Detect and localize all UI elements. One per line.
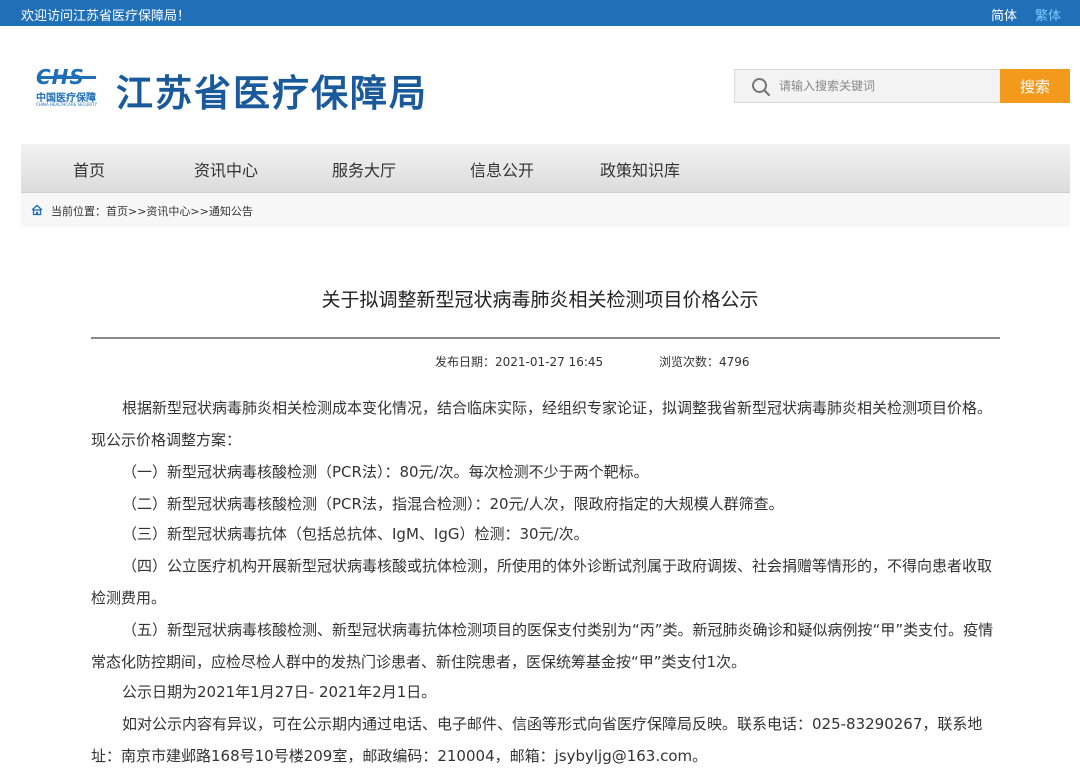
lang-simplified-link[interactable]: 简体 <box>991 5 1017 24</box>
article-paragraph: （四）公立医疗机构开展新型冠状病毒核酸或抗体检测，所使用的体外诊断试剂属于政府调… <box>91 557 993 607</box>
view-count: 浏览次数：4796 <box>659 355 750 369</box>
site-title: 江苏省医疗保障局 <box>116 72 428 115</box>
main-nav: 首页 资讯中心 服务大厅 信息公开 政策知识库 <box>21 144 1070 193</box>
search-box <box>734 69 1000 103</box>
top-bar: 欢迎访问江苏省医疗保障局！ 简体 繁体 <box>0 0 1080 26</box>
article-paragraph: （二）新型冠状病毒核酸检测（PCR法，指混合检测）：20元/人次，限政府指定的大… <box>122 495 784 513</box>
search-icon <box>752 78 771 97</box>
breadcrumb: 当前位置：首页>>资讯中心>>通知公告 <box>21 193 1070 227</box>
breadcrumb-text[interactable]: 当前位置：首页>>资讯中心>>通知公告 <box>51 203 253 219</box>
search-input[interactable] <box>779 76 989 96</box>
nav-item-policy-library[interactable]: 政策知识库 <box>600 157 680 181</box>
nav-item-home[interactable]: 首页 <box>73 157 105 181</box>
welcome-text: 欢迎访问江苏省医疗保障局！ <box>21 9 191 24</box>
search-button[interactable]: 搜索 <box>1000 69 1070 103</box>
title-divider <box>91 337 1000 339</box>
article-title: 关于拟调整新型冠状病毒肺炎相关检测项目价格公示 <box>321 289 759 311</box>
article-paragraph: 公示日期为2021年1月27日- 2021年2月1日。 <box>122 683 437 701</box>
logo-mark: CHS <box>36 65 85 89</box>
logo-subtitle-en: CHINA HEALTHCARE SECURITY <box>36 102 98 107</box>
article-paragraph: 根据新型冠状病毒肺炎相关检测成本变化情况，结合临床实际，经组织专家论证，拟调整我… <box>91 399 993 449</box>
nav-item-services[interactable]: 服务大厅 <box>332 157 396 181</box>
nav-item-disclosure[interactable]: 信息公开 <box>470 157 534 181</box>
home-icon <box>31 204 43 216</box>
article-paragraph: 如对公示内容有异议，可在公示期内通过电话、电子邮件、信函等形式向省医疗保障局反映… <box>91 715 983 765</box>
publish-date: 发布日期：2021-01-27 16:45 <box>435 355 604 369</box>
chs-logo[interactable]: CHS 中国医疗保障 CHINA HEALTHCARE SECURITY <box>36 66 106 108</box>
article-paragraph: （一）新型冠状病毒核酸检测（PCR法）：80元/次。每次检测不少于两个靶标。 <box>122 463 649 481</box>
nav-item-news[interactable]: 资讯中心 <box>194 157 258 181</box>
article-paragraph: （三）新型冠状病毒抗体（包括总抗体、IgM、IgG）检测：30元/次。 <box>122 525 589 543</box>
article-paragraph: （五）新型冠状病毒核酸检测、新型冠状病毒抗体检测项目的医保支付类别为“丙”类。新… <box>91 621 994 671</box>
lang-traditional-link[interactable]: 繁体 <box>1035 5 1061 24</box>
